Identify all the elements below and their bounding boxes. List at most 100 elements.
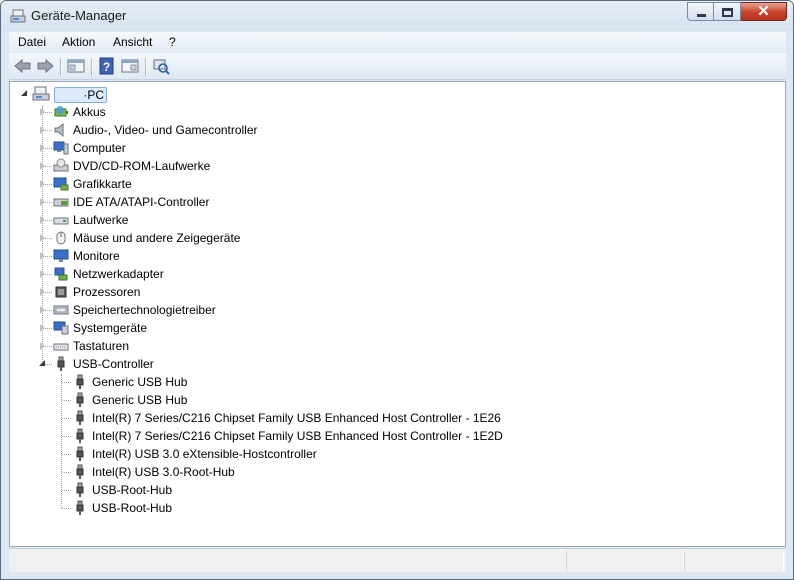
expand-arrow-icon[interactable] <box>40 324 45 332</box>
expand-arrow-icon[interactable] <box>40 144 45 152</box>
tree-category[interactable]: Computer <box>10 139 785 157</box>
usb-device-item[interactable]: Generic USB Hub <box>10 391 785 409</box>
tree-connector <box>62 382 71 383</box>
tree-category[interactable]: IDE ATA/ATAPI-Controller <box>10 193 785 211</box>
tree-category[interactable]: Prozessoren <box>10 283 785 301</box>
tree-connector <box>62 436 71 437</box>
tree-category-label: Audio-, Video- und Gamecontroller <box>73 123 258 137</box>
usb-device-item[interactable]: USB-Root-Hub <box>10 499 785 517</box>
back-arrow-icon <box>14 58 31 74</box>
expand-arrow-icon[interactable] <box>40 270 45 278</box>
expand-arrow-icon[interactable] <box>40 108 45 116</box>
tree-connector <box>62 400 71 401</box>
minimize-button[interactable] <box>687 2 714 21</box>
computer-icon <box>53 140 69 156</box>
tree-category[interactable]: Mäuse und andere Zeigegeräte <box>10 229 785 247</box>
usb-plug-icon <box>72 482 88 498</box>
scan-hardware-button[interactable] <box>151 57 171 75</box>
svg-text:?: ? <box>103 60 110 74</box>
tree-category[interactable]: Netzwerkadapter <box>10 265 785 283</box>
help-button[interactable]: ? <box>97 57 117 75</box>
status-pane <box>566 551 684 571</box>
usb-device-item[interactable]: Intel(R) USB 3.0-Root-Hub <box>10 463 785 481</box>
usb-device-label: Intel(R) USB 3.0 eXtensible-Hostcontroll… <box>92 447 317 461</box>
usb-plug-icon <box>72 500 88 516</box>
tree-root-pc[interactable]: ·PC <box>10 85 785 103</box>
usb-device-label: USB-Root-Hub <box>92 483 173 497</box>
tree-connector <box>62 490 71 491</box>
expand-arrow-icon[interactable] <box>40 180 45 188</box>
menu-ansicht[interactable]: Ansicht <box>113 35 152 49</box>
device-manager-window: Geräte-Manager ✕ Datei Aktion Ansicht ? … <box>0 0 794 580</box>
tree-category-label: Prozessoren <box>73 285 141 299</box>
tree-category-label: Laufwerke <box>73 213 129 227</box>
usb-plug-icon <box>72 392 88 408</box>
tree-category[interactable]: Akkus <box>10 103 785 121</box>
usb-plug-icon <box>72 410 88 426</box>
tree-category[interactable]: Monitore <box>10 247 785 265</box>
tree-category[interactable]: Grafikkarte <box>10 175 785 193</box>
expand-arrow-icon[interactable] <box>40 162 45 170</box>
maximize-button[interactable] <box>714 2 741 21</box>
tree-connector <box>62 508 71 509</box>
close-button[interactable]: ✕ <box>741 2 787 21</box>
usb-device-label: Generic USB Hub <box>92 375 188 389</box>
menu-aktion[interactable]: Aktion <box>62 35 95 49</box>
tree-category-label: Mäuse und andere Zeigegeräte <box>73 231 241 245</box>
usb-device-label: Generic USB Hub <box>92 393 188 407</box>
expand-arrow-icon[interactable] <box>40 342 45 350</box>
expand-arrow-icon[interactable] <box>40 216 45 224</box>
usb-device-item[interactable]: Generic USB Hub <box>10 373 785 391</box>
usb-plug-icon <box>72 374 88 390</box>
usb-plug-icon <box>53 356 69 372</box>
usb-device-item[interactable]: Intel(R) 7 Series/C216 Chipset Family US… <box>10 427 785 445</box>
expand-arrow-icon[interactable] <box>40 306 45 314</box>
expand-arrow-icon[interactable] <box>40 252 45 260</box>
usb-device-item[interactable]: Intel(R) 7 Series/C216 Chipset Family US… <box>10 409 785 427</box>
tree-category[interactable]: Speichertechnologietreiber <box>10 301 785 319</box>
expand-arrow-icon[interactable] <box>40 288 45 296</box>
forward-arrow-icon <box>37 58 54 74</box>
tree-category[interactable]: Tastaturen <box>10 337 785 355</box>
tree-category[interactable]: DVD/CD-ROM-Laufwerke <box>10 157 785 175</box>
menu-help[interactable]: ? <box>169 35 176 49</box>
usb-device-item[interactable]: Intel(R) USB 3.0 eXtensible-Hostcontroll… <box>10 445 785 463</box>
show-hide-console-button[interactable] <box>66 57 86 75</box>
usb-device-label: Intel(R) 7 Series/C216 Chipset Family US… <box>92 411 501 425</box>
tree-connector <box>62 418 71 419</box>
caption-buttons: ✕ <box>687 2 787 21</box>
tree-category-label: Systemgeräte <box>73 321 148 335</box>
network-adapter-icon <box>53 266 69 282</box>
ide-controller-icon <box>53 194 69 210</box>
status-bar <box>9 548 786 572</box>
expand-arrow-icon[interactable] <box>40 126 45 134</box>
device-tree[interactable]: ·PC Akkus Audio-, Video- und Gamecontroll… <box>9 81 786 547</box>
tree-category[interactable]: USB-Controller <box>10 355 785 373</box>
minimize-icon <box>697 14 706 17</box>
title-bar[interactable]: Geräte-Manager ✕ <box>1 1 793 31</box>
properties-pane-icon <box>67 59 85 73</box>
tree-category-label: Computer <box>73 141 126 155</box>
usb-device-item[interactable]: USB-Root-Hub <box>10 481 785 499</box>
tree-category-label: DVD/CD-ROM-Laufwerke <box>73 159 211 173</box>
mouse-icon <box>53 230 69 246</box>
tree-category[interactable]: Laufwerke <box>10 211 785 229</box>
processor-icon <box>53 284 69 300</box>
tree-category-label: Monitore <box>73 249 120 263</box>
tree-category[interactable]: Systemgeräte <box>10 319 785 337</box>
system-devices-icon <box>53 320 69 336</box>
collapse-arrow-icon[interactable] <box>39 360 45 366</box>
expand-arrow-icon[interactable] <box>40 198 45 206</box>
back-button[interactable] <box>13 57 33 75</box>
collapse-arrow-icon[interactable] <box>21 90 27 96</box>
expand-arrow-icon[interactable] <box>40 234 45 242</box>
tree-category[interactable]: Audio-, Video- und Gamecontroller <box>10 121 785 139</box>
computer-root-icon <box>32 86 50 102</box>
window-title: Geräte-Manager <box>31 8 127 23</box>
menu-datei[interactable]: Datei <box>18 35 46 49</box>
maximize-icon <box>722 8 733 17</box>
forward-button[interactable] <box>35 57 55 75</box>
display-adapter-icon <box>53 176 69 192</box>
console-tree-button[interactable] <box>120 57 140 75</box>
usb-plug-icon <box>72 446 88 462</box>
